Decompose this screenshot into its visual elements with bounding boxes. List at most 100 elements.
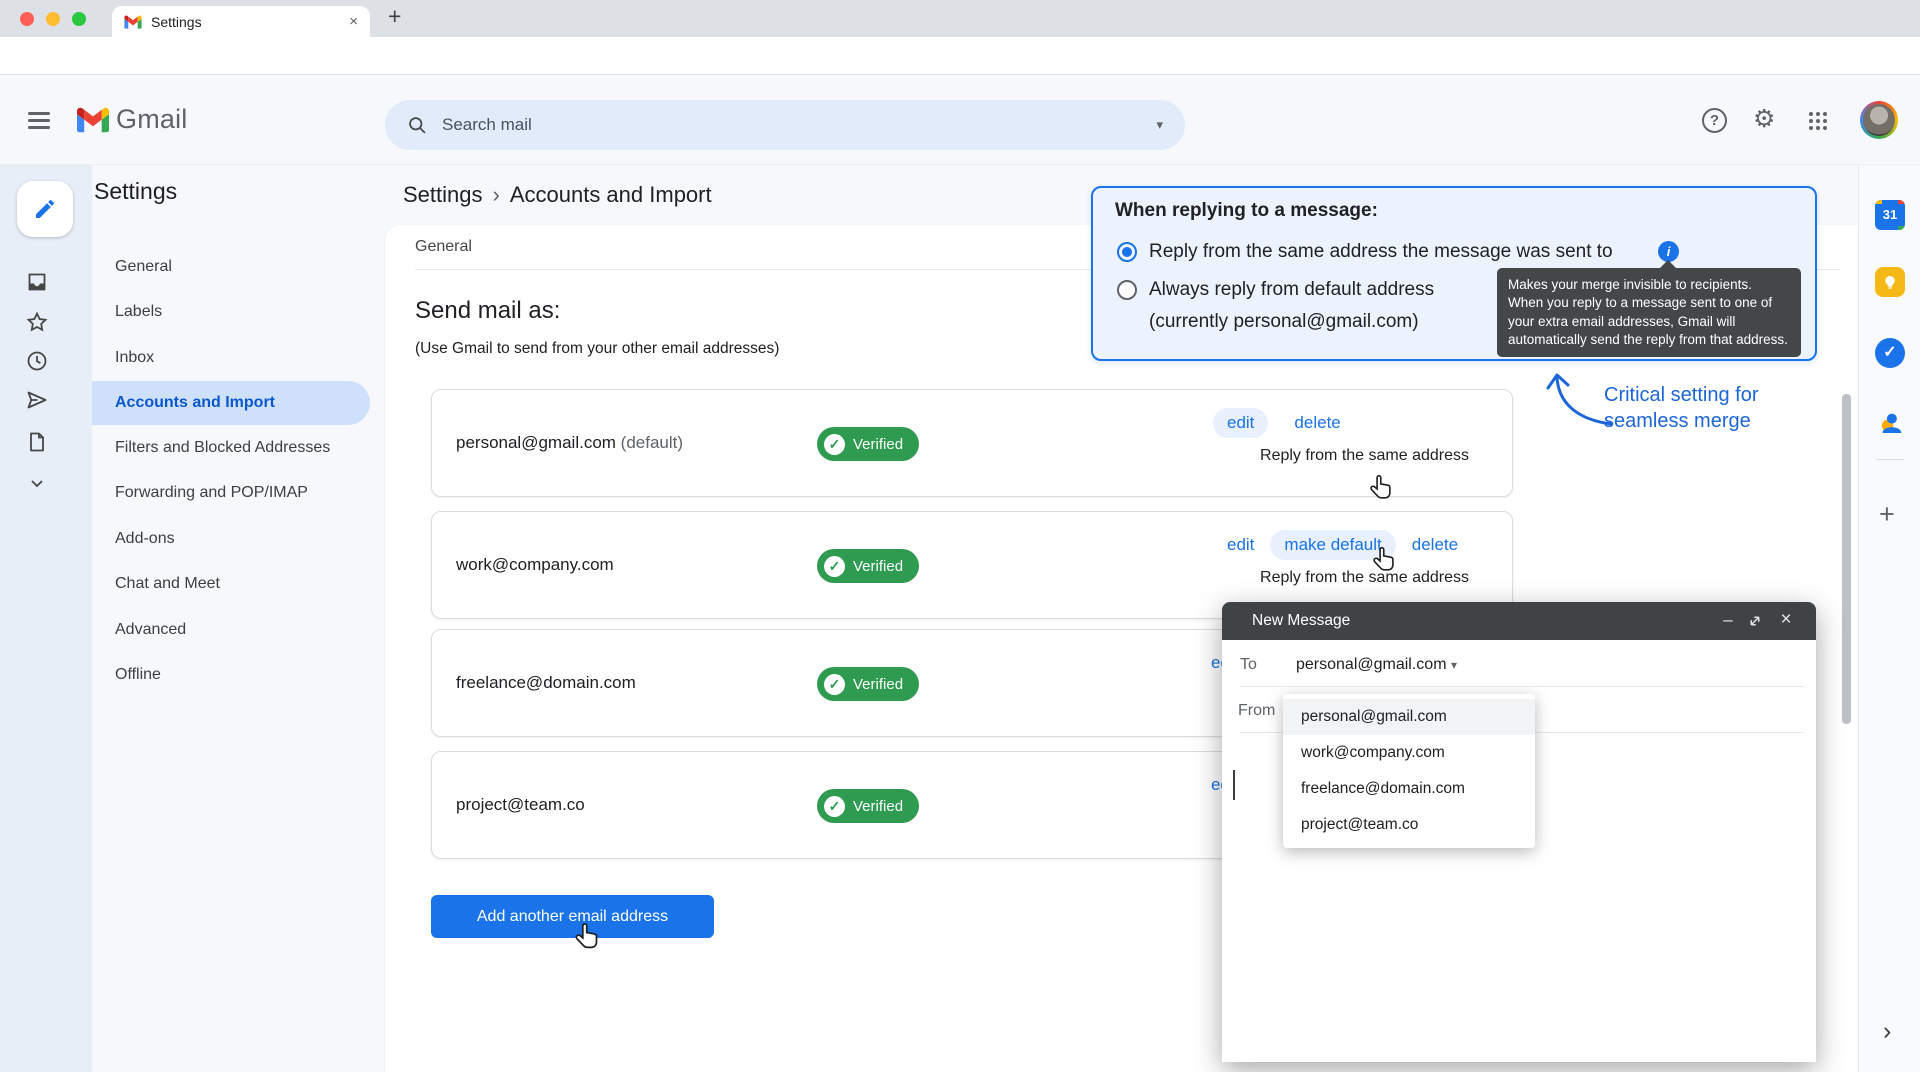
starred-icon[interactable] xyxy=(25,310,49,334)
delete-link[interactable]: delete xyxy=(1294,413,1340,433)
dropdown-item[interactable]: freelance@domain.com xyxy=(1283,771,1535,807)
nav-item-advanced[interactable]: Advanced xyxy=(92,608,378,652)
info-tooltip: Makes your merge invisible to recipients… xyxy=(1497,268,1801,357)
callout-title: When replying to a message: xyxy=(1115,200,1378,222)
settings-gear-icon[interactable]: ⚙ xyxy=(1753,104,1775,134)
nav-item-accounts-and-import[interactable]: Accounts and Import xyxy=(92,381,370,425)
macos-close-button[interactable] xyxy=(20,12,34,26)
search-input[interactable]: Search mail ▾ xyxy=(385,100,1185,150)
nav-item-filters[interactable]: Filters and Blocked Addresses xyxy=(92,426,378,470)
account-avatar[interactable] xyxy=(1860,101,1898,139)
account-email: freelance@domain.com xyxy=(456,673,636,693)
tab-general-label[interactable]: General xyxy=(415,238,472,256)
inbox-icon[interactable] xyxy=(25,270,49,294)
nav-item-offline[interactable]: Offline xyxy=(92,653,378,697)
verified-badge: ✓Verified xyxy=(817,549,919,583)
close-icon[interactable]: × xyxy=(1774,602,1798,640)
search-options-caret-icon[interactable]: ▾ xyxy=(1156,117,1163,133)
settings-nav-title: Settings xyxy=(94,178,177,205)
nav-item-general[interactable]: General xyxy=(92,245,378,289)
radio-default-label-line2: (currently personal@gmail.com) xyxy=(1149,311,1419,333)
default-suffix: (default) xyxy=(616,433,683,453)
browser-tab-strip: Settings × + xyxy=(0,0,1920,37)
browser-toolbar: https://mail.google.com/mail/u/0/#settin… xyxy=(0,37,1920,75)
reply-mode-note: Reply from the same address xyxy=(1260,447,1469,465)
check-icon: ✓ xyxy=(824,796,845,817)
dropdown-item[interactable]: work@company.com xyxy=(1283,735,1535,771)
check-icon: ✓ xyxy=(824,674,845,695)
from-label: From xyxy=(1238,702,1275,720)
gmail-logo-icon xyxy=(76,105,110,133)
edit-link[interactable]: edit xyxy=(1213,408,1268,438)
new-tab-button[interactable]: + xyxy=(388,3,401,30)
nav-item-forwarding[interactable]: Forwarding and POP/IMAP xyxy=(92,471,378,515)
tab-close-icon[interactable]: × xyxy=(349,14,358,29)
google-apps-icon[interactable] xyxy=(1809,112,1827,130)
contacts-icon[interactable] xyxy=(1875,408,1905,438)
main-menu-icon[interactable] xyxy=(28,112,50,133)
info-icon[interactable]: i xyxy=(1658,241,1679,262)
dropdown-item[interactable]: project@team.co xyxy=(1283,807,1535,843)
section-subtitle: (Use Gmail to send from your other email… xyxy=(415,340,779,358)
compose-window: New Message – × To personal@gmail.com ▾ … xyxy=(1222,602,1816,1062)
radio-default-address[interactable] xyxy=(1117,280,1137,300)
nav-item-labels[interactable]: Labels xyxy=(92,290,378,334)
account-row-personal: personal@gmail.com (default) ✓Verified e… xyxy=(431,389,1513,497)
tooltip-caret xyxy=(1660,260,1676,268)
delete-link[interactable]: delete xyxy=(1412,535,1458,555)
scrollbar-thumb[interactable] xyxy=(1842,394,1851,724)
account-email: work@company.com xyxy=(456,555,614,575)
get-addons-plus-icon[interactable]: + xyxy=(1879,499,1895,530)
check-icon: ✓ xyxy=(824,434,845,455)
verified-badge: ✓Verified xyxy=(817,427,919,461)
compose-header[interactable]: New Message – × xyxy=(1222,602,1816,640)
minimize-icon[interactable]: – xyxy=(1716,602,1740,640)
drafts-icon[interactable] xyxy=(25,430,49,454)
verified-badge: ✓Verified xyxy=(817,789,919,823)
tasks-icon[interactable]: ✓ xyxy=(1875,338,1905,368)
gmail-favicon-icon xyxy=(124,14,142,29)
browser-tab[interactable]: Settings × xyxy=(112,6,370,37)
hand-cursor-icon xyxy=(1370,546,1398,576)
side-panel-collapse-icon[interactable]: › xyxy=(1883,1017,1891,1046)
radio-default-label-line1: Always reply from default address xyxy=(1149,279,1434,301)
help-icon[interactable]: ? xyxy=(1702,108,1727,133)
breadcrumb-current: Accounts and Import xyxy=(510,182,712,207)
account-email: personal@gmail.com xyxy=(456,433,616,453)
radio-same-address-label: Reply from the same address the message … xyxy=(1149,241,1613,263)
expand-icon[interactable] xyxy=(1746,612,1764,630)
snoozed-icon[interactable] xyxy=(25,349,49,373)
radio-same-address[interactable] xyxy=(1117,242,1137,262)
verified-badge: ✓Verified xyxy=(817,667,919,701)
to-value[interactable]: personal@gmail.com ▾ xyxy=(1296,656,1457,674)
search-icon[interactable] xyxy=(407,115,428,136)
compose-button[interactable] xyxy=(17,181,73,237)
to-label: To xyxy=(1240,656,1257,674)
nav-item-chat-and-meet[interactable]: Chat and Meet xyxy=(92,562,378,606)
macos-zoom-button[interactable] xyxy=(72,12,86,26)
tab-title: Settings xyxy=(151,14,349,30)
nav-item-addons[interactable]: Add-ons xyxy=(92,517,378,561)
hand-cursor-icon xyxy=(1367,474,1395,504)
pencil-icon xyxy=(33,197,57,221)
annotation-text: Critical setting for seamless merge xyxy=(1604,382,1759,434)
check-icon: ✓ xyxy=(824,556,845,577)
search-placeholder: Search mail xyxy=(442,115,1156,135)
keep-icon[interactable] xyxy=(1875,267,1905,297)
edit-link[interactable]: edit xyxy=(1227,535,1254,555)
more-labels-chevron-icon[interactable] xyxy=(25,471,49,495)
dropdown-item[interactable]: personal@gmail.com xyxy=(1283,699,1535,735)
macos-minimize-button[interactable] xyxy=(46,12,60,26)
calendar-icon[interactable]: 31 xyxy=(1875,200,1905,230)
sent-icon[interactable] xyxy=(25,388,49,412)
to-caret-icon: ▾ xyxy=(1451,658,1457,672)
tooltip-text: Makes your merge invisible to recipients… xyxy=(1508,276,1790,349)
text-cursor xyxy=(1233,770,1235,800)
gmail-logo-text: Gmail xyxy=(116,104,188,135)
nav-item-inbox[interactable]: Inbox xyxy=(92,336,378,380)
left-rail xyxy=(0,165,92,1072)
account-email: project@team.co xyxy=(456,795,585,815)
section-title: Send mail as: xyxy=(415,297,560,325)
breadcrumb-root[interactable]: Settings xyxy=(403,182,483,207)
breadcrumb: Settings›Accounts and Import xyxy=(403,182,712,208)
